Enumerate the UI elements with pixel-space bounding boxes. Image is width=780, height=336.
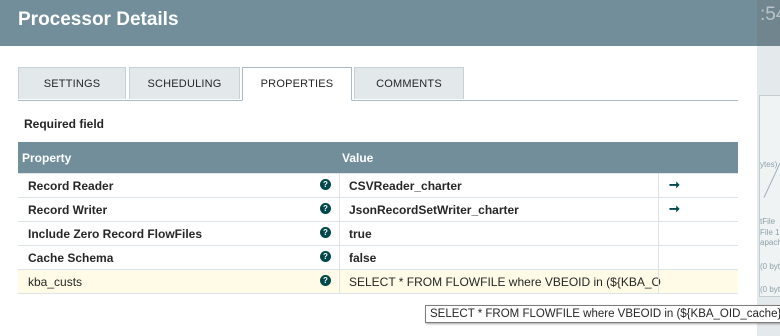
- column-divider: [658, 174, 659, 197]
- help-circle-icon[interactable]: ?: [320, 179, 331, 190]
- column-divider: [339, 222, 340, 245]
- dialog-title: Processor Details: [18, 9, 179, 30]
- help-circle-icon[interactable]: ?: [320, 275, 331, 286]
- property-name: Cache Schema: [28, 251, 114, 265]
- help-circle-icon[interactable]: ?: [320, 227, 331, 238]
- help-circle-icon[interactable]: ?: [320, 203, 331, 214]
- table-row[interactable]: Include Zero Record FlowFiles ? true: [18, 222, 738, 246]
- column-divider: [658, 198, 659, 221]
- property-value[interactable]: CSVReader_charter: [349, 179, 462, 193]
- table-row[interactable]: kba_custs ? SELECT * FROM FLOWFILE where…: [18, 270, 738, 294]
- table-row[interactable]: Cache Schema ? false: [18, 246, 738, 270]
- table-row[interactable]: Record Writer ? JsonRecordSetWriter_char…: [18, 198, 738, 222]
- tab-scheduling[interactable]: SCHEDULING: [129, 67, 240, 99]
- background-canvas: :54 ytes) tFile File 1 apache (0 bytes) …: [757, 0, 780, 336]
- background-label: (0 bytes): [760, 262, 780, 271]
- column-divider: [339, 270, 340, 293]
- tab-bar: SETTINGS SCHEDULING PROPERTIES COMMENTS: [18, 67, 738, 101]
- property-name: kba_custs: [28, 275, 83, 289]
- column-divider: [339, 246, 340, 269]
- property-value[interactable]: SELECT * FROM FLOWFILE where VBEOID in (…: [349, 275, 661, 289]
- property-value[interactable]: JsonRecordSetWriter_charter: [349, 203, 519, 217]
- background-label: (0 bytes): [760, 285, 780, 294]
- header-value: Value: [342, 151, 374, 165]
- value-tooltip: SELECT * FROM FLOWFILE where VBEOID in (…: [425, 305, 780, 323]
- background-label: File 1: [760, 228, 780, 237]
- arrow-right-icon[interactable]: ➞: [669, 177, 680, 193]
- help-circle-icon[interactable]: ?: [320, 251, 331, 262]
- property-name: Include Zero Record FlowFiles: [28, 227, 203, 241]
- property-name: Record Writer: [28, 203, 108, 217]
- background-clock-text: :54: [760, 4, 780, 25]
- table-header: Property Value: [18, 142, 738, 173]
- property-value[interactable]: true: [349, 227, 372, 241]
- column-divider: [658, 270, 659, 293]
- tab-properties[interactable]: PROPERTIES: [242, 67, 352, 101]
- column-divider: [339, 174, 340, 197]
- table-row[interactable]: Record Reader ? CSVReader_charter ➞: [18, 173, 738, 198]
- dialog-header: Processor Details: [0, 0, 757, 46]
- background-label: apache: [760, 238, 780, 247]
- column-divider: [658, 246, 659, 269]
- column-divider: [339, 198, 340, 221]
- tab-comments[interactable]: COMMENTS: [354, 67, 464, 99]
- property-name: Record Reader: [28, 179, 114, 193]
- property-value[interactable]: false: [349, 251, 376, 265]
- processor-details-dialog: Processor Details SETTINGS SCHEDULING PR…: [0, 0, 780, 336]
- tab-settings[interactable]: SETTINGS: [18, 67, 126, 99]
- background-label: tFile: [760, 217, 776, 226]
- arrow-right-icon[interactable]: ➞: [669, 201, 680, 217]
- column-divider: [658, 222, 659, 245]
- properties-table: Property Value Record Reader ? CSVReader…: [18, 142, 738, 294]
- background-label: ytes): [760, 160, 778, 169]
- header-property: Property: [22, 151, 72, 165]
- required-field-label: Required field: [24, 117, 105, 131]
